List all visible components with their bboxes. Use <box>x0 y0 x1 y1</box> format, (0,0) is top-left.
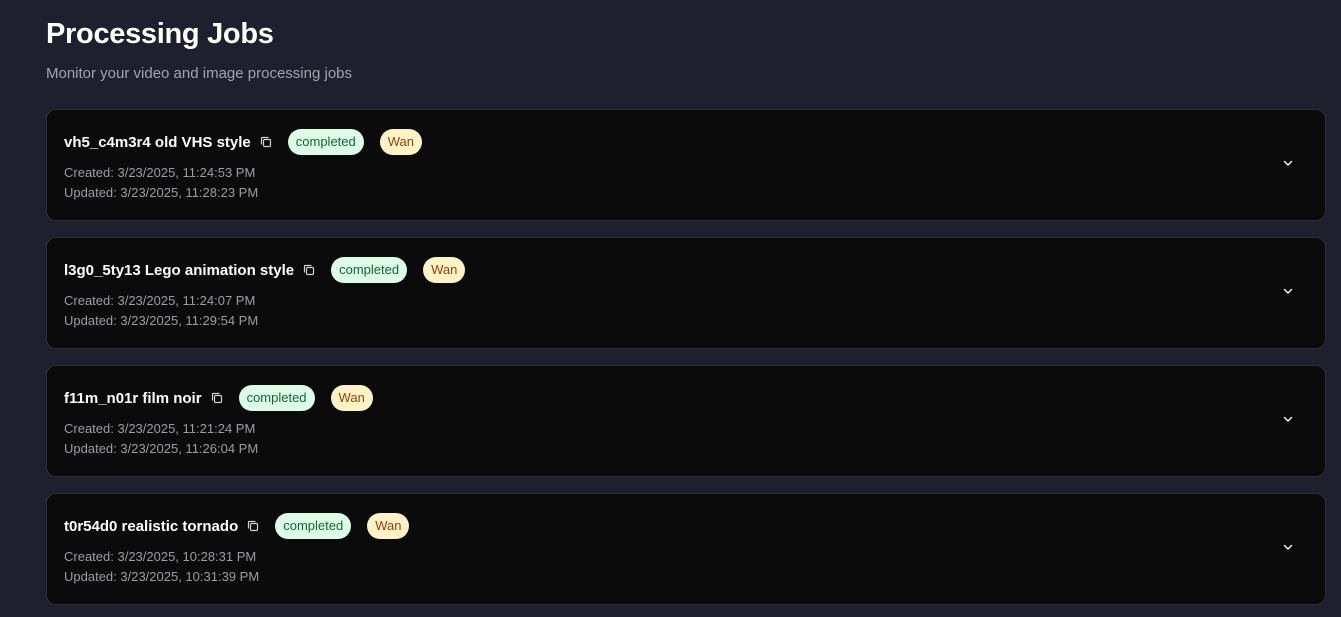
job-card[interactable]: f11m_n01r film noir completed Wan Create… <box>46 365 1326 477</box>
chevron-down-icon[interactable] <box>1281 412 1295 426</box>
page-title: Processing Jobs <box>46 18 274 50</box>
model-badge: Wan <box>367 513 410 539</box>
job-name: t0r54d0 realistic tornado <box>64 517 239 535</box>
job-updated: Updated: 3/23/2025, 10:31:39 PM <box>64 569 260 584</box>
status-badge: completed <box>287 129 364 155</box>
status-badge: completed <box>331 257 408 283</box>
copy-icon[interactable] <box>302 263 316 277</box>
model-badge: Wan <box>330 385 373 411</box>
chevron-down-icon[interactable] <box>1281 540 1295 554</box>
copy-icon[interactable] <box>246 519 260 533</box>
job-updated: Updated: 3/23/2025, 11:29:54 PM <box>64 313 259 328</box>
status-badge: completed <box>275 513 352 539</box>
job-card[interactable]: t0r54d0 realistic tornado completed Wan … <box>46 493 1326 605</box>
job-header: f11m_n01r film noir completed Wan <box>64 384 373 412</box>
job-created: Created: 3/23/2025, 11:24:07 PM <box>64 293 256 308</box>
job-updated: Updated: 3/23/2025, 11:28:23 PM <box>64 185 259 200</box>
copy-icon[interactable] <box>210 391 224 405</box>
job-card[interactable]: l3g0_5ty13 Lego animation style complete… <box>46 237 1326 349</box>
copy-icon[interactable] <box>259 135 273 149</box>
job-header: l3g0_5ty13 Lego animation style complete… <box>64 256 466 284</box>
job-updated: Updated: 3/23/2025, 11:26:04 PM <box>64 441 259 456</box>
job-header: t0r54d0 realistic tornado completed Wan <box>64 512 410 540</box>
page-subtitle: Monitor your video and image processing … <box>46 65 352 82</box>
job-card[interactable]: vh5_c4m3r4 old VHS style completed Wan C… <box>46 109 1326 221</box>
job-list: vh5_c4m3r4 old VHS style completed Wan C… <box>46 109 1326 617</box>
model-badge: Wan <box>423 257 466 283</box>
job-name: f11m_n01r film noir <box>64 389 202 407</box>
model-badge: Wan <box>379 129 422 155</box>
processing-jobs-page: Processing Jobs Monitor your video and i… <box>0 0 1341 617</box>
job-created: Created: 3/23/2025, 10:28:31 PM <box>64 549 257 564</box>
job-header: vh5_c4m3r4 old VHS style completed Wan <box>64 128 422 156</box>
job-created: Created: 3/23/2025, 11:24:53 PM <box>64 165 256 180</box>
job-created: Created: 3/23/2025, 11:21:24 PM <box>64 421 256 436</box>
job-name: l3g0_5ty13 Lego animation style <box>64 261 295 279</box>
job-name: vh5_c4m3r4 old VHS style <box>64 133 251 151</box>
chevron-down-icon[interactable] <box>1281 284 1295 298</box>
chevron-down-icon[interactable] <box>1281 156 1295 170</box>
status-badge: completed <box>238 385 315 411</box>
